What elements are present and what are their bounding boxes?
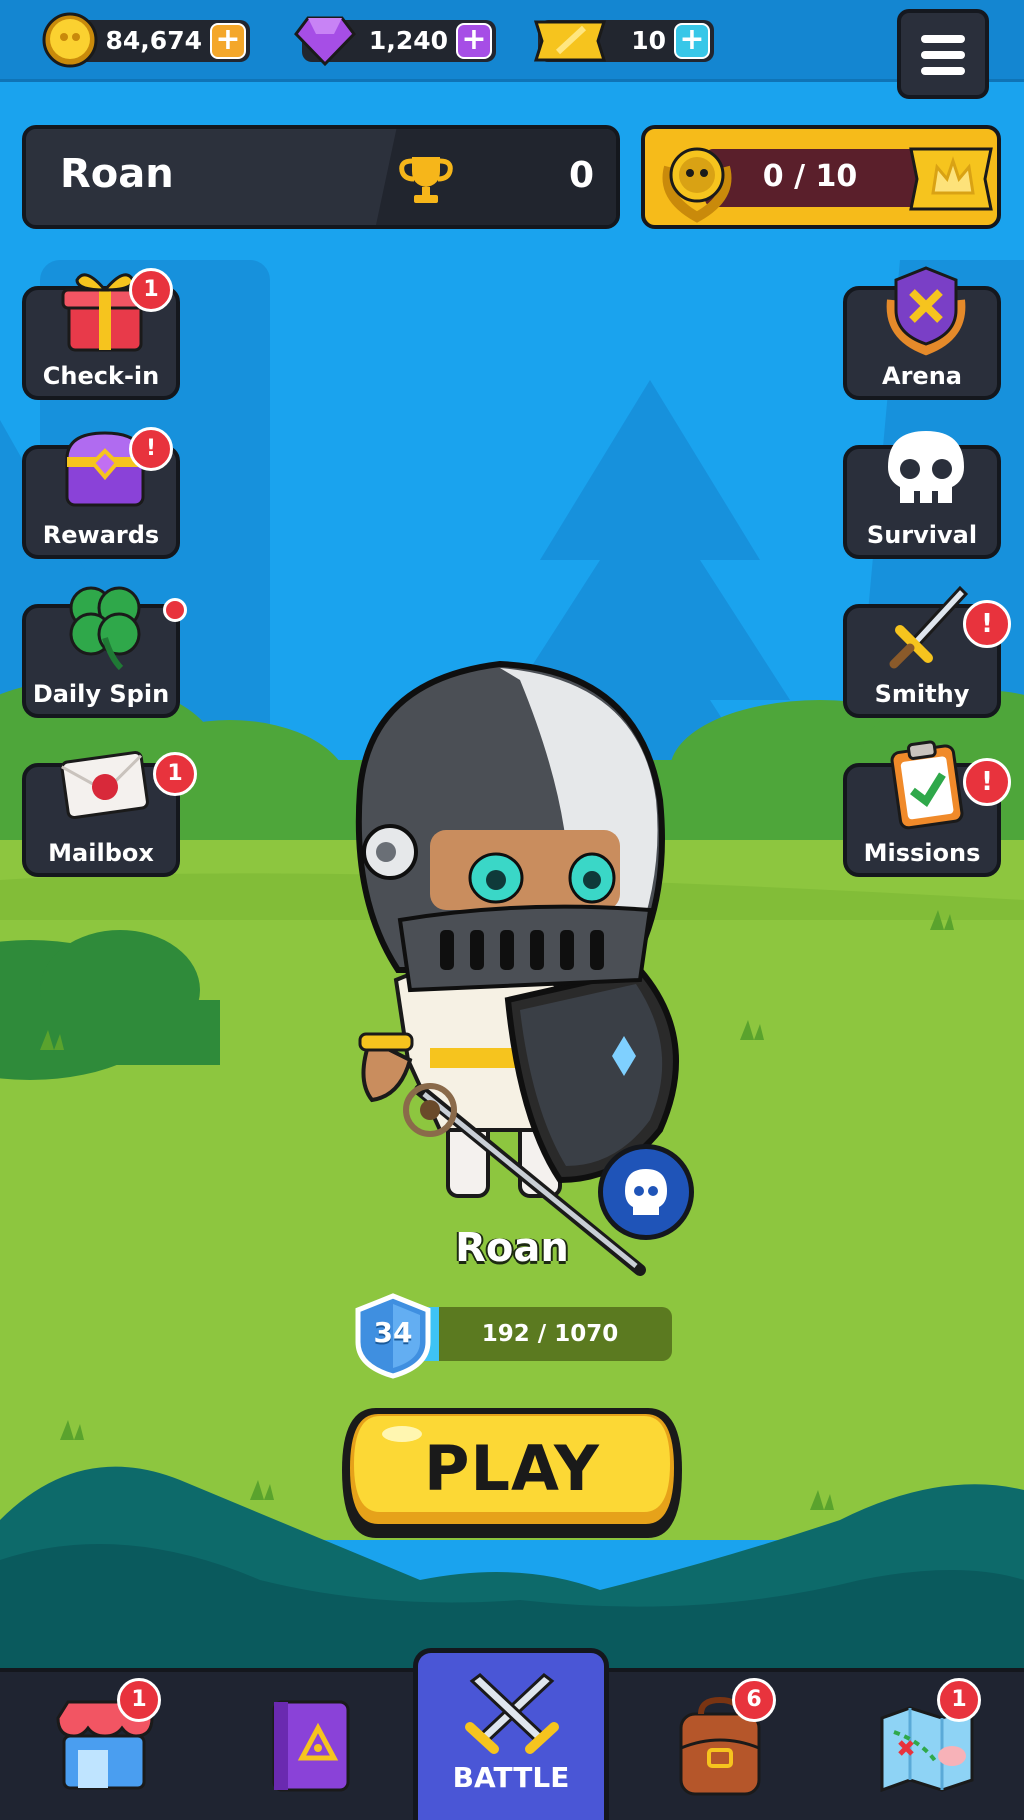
ghost-face-icon <box>625 1169 667 1215</box>
hero-name: Roan <box>455 1225 569 1271</box>
battle-label: BATTLE <box>452 1761 570 1794</box>
shop-badge: 1 <box>117 1678 161 1722</box>
xp-text: 192 / 1070 <box>481 1321 619 1347</box>
spellbook-icon[interactable] <box>256 1692 366 1802</box>
battle-tab[interactable]: BATTLE <box>413 1648 609 1820</box>
backpack-badge: 6 <box>732 1678 776 1722</box>
play-label: PLAY <box>424 1432 600 1505</box>
crossed-swords-icon <box>465 1673 559 1754</box>
hero-level: 34 <box>373 1316 413 1349</box>
hero-character[interactable] <box>0 0 1024 1300</box>
map-badge: 1 <box>937 1678 981 1722</box>
